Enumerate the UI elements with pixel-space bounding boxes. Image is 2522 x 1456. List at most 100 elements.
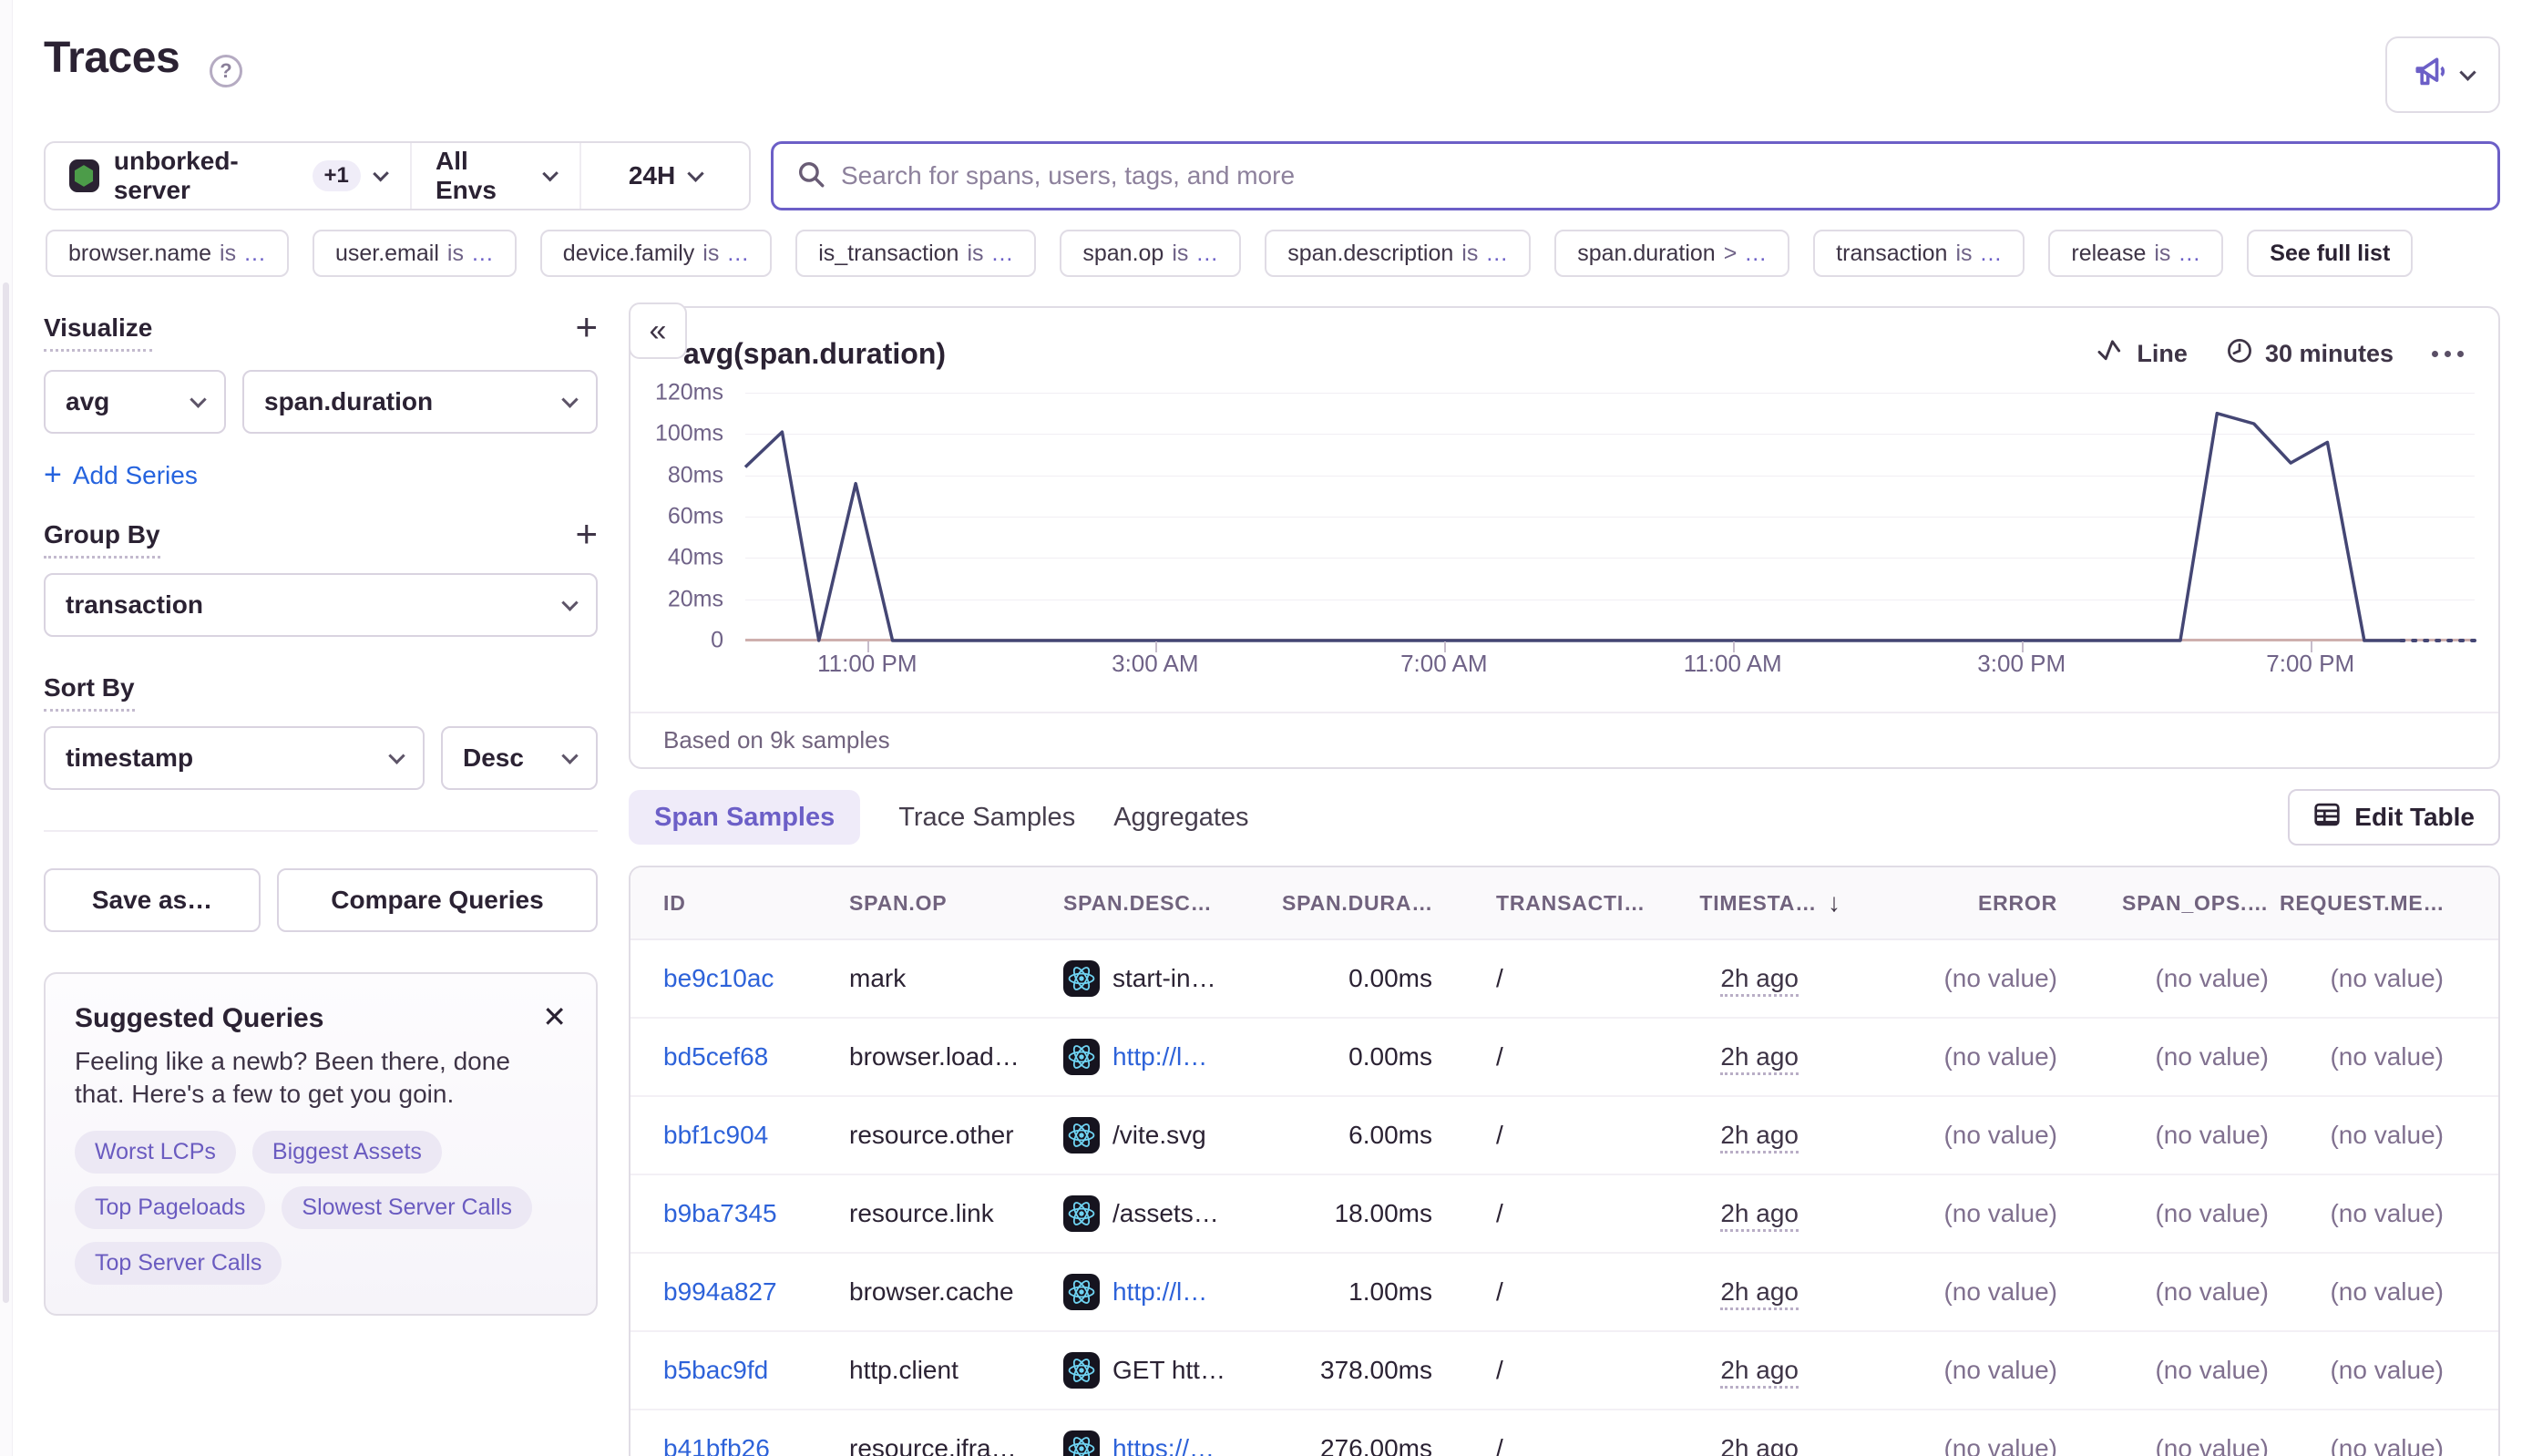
table-row: b9ba7345 resource.link /assets… 18.00ms … <box>630 1175 2498 1254</box>
filter-chip-is-transaction[interactable]: is_transactionis... <box>795 230 1036 277</box>
filter-chip-span-description[interactable]: span.descriptionis... <box>1265 230 1531 277</box>
tab-span-samples[interactable]: Span Samples <box>629 790 860 845</box>
chevron-down-icon <box>542 165 559 181</box>
filter-chip-device-family[interactable]: device.familyis... <box>540 230 772 277</box>
field-select[interactable]: span.duration <box>242 370 598 434</box>
save-as-button[interactable]: Save as… <box>44 868 261 932</box>
cell-id-link[interactable]: b994a827 <box>663 1277 849 1307</box>
column-header-timestamp[interactable]: TIMESTA… ↓ <box>1656 888 1861 918</box>
cell-span-op: browser.cache <box>849 1277 1063 1307</box>
cell-span-ops: (no value) <box>2070 1199 2280 1228</box>
suggested-query-top-pageloads[interactable]: Top Pageloads <box>75 1186 265 1229</box>
suggested-query-top-server-calls[interactable]: Top Server Calls <box>75 1242 282 1285</box>
column-header-transaction[interactable]: TRANSACTI… <box>1446 891 1656 916</box>
cell-timestamp[interactable]: 2h ago <box>1656 1199 1861 1228</box>
column-header-span-description[interactable]: SPAN.DESC… <box>1063 891 1282 916</box>
cell-id-link[interactable]: bbf1c904 <box>663 1121 849 1150</box>
table-header-row: ID SPAN.OP SPAN.DESC… SPAN.DURA… TRANSAC… <box>630 867 2498 940</box>
column-header-span-ops[interactable]: SPAN_OPS.… <box>2070 891 2280 916</box>
column-header-request-method[interactable]: REQUEST.ME… <box>2280 891 2466 916</box>
cell-error: (no value) <box>1861 964 2070 993</box>
tab-trace-samples[interactable]: Trace Samples <box>898 803 1075 833</box>
filter-chips-row: browser.nameis... user.emailis... device… <box>46 230 2500 277</box>
column-header-span-op[interactable]: SPAN.OP <box>849 891 1063 916</box>
cell-duration: 378.00ms <box>1282 1356 1446 1385</box>
environment-selector[interactable]: All Envs <box>410 143 579 209</box>
column-header-id[interactable]: ID <box>663 891 849 916</box>
chevron-down-icon <box>190 391 206 407</box>
cell-timestamp[interactable]: 2h ago <box>1656 1121 1861 1150</box>
close-icon[interactable]: ✕ <box>542 1003 567 1030</box>
add-visualize-button[interactable]: + <box>575 313 598 341</box>
chevron-down-icon <box>561 747 578 764</box>
search-icon <box>795 159 826 194</box>
chart-sample-note: Based on 9k samples <box>630 712 2498 767</box>
search-bar[interactable] <box>771 141 2500 210</box>
cell-timestamp[interactable]: 2h ago <box>1656 1356 1861 1385</box>
date-range-value: 24H <box>629 161 675 190</box>
cell-duration: 6.00ms <box>1282 1121 1446 1150</box>
edit-table-button[interactable]: Edit Table <box>2288 789 2500 846</box>
visualize-label: Visualize <box>44 313 152 352</box>
page-scrollbar[interactable] <box>0 0 13 1456</box>
suggested-query-biggest-assets[interactable]: Biggest Assets <box>252 1131 442 1174</box>
suggested-query-worst-lcps[interactable]: Worst LCPs <box>75 1131 236 1174</box>
filter-chip-transaction[interactable]: transactionis... <box>1813 230 2025 277</box>
cell-request-method: (no value) <box>2280 1277 2466 1307</box>
react-project-icon <box>1063 1274 1100 1310</box>
sort-field-select[interactable]: timestamp <box>44 726 425 790</box>
filter-chip-release[interactable]: releaseis... <box>2048 230 2223 277</box>
search-input[interactable] <box>841 161 2476 190</box>
cell-timestamp[interactable]: 2h ago <box>1656 1042 1861 1071</box>
date-range-selector[interactable]: 24H <box>579 143 749 209</box>
cell-timestamp[interactable]: 2h ago <box>1656 1277 1861 1307</box>
help-icon[interactable]: ? <box>210 55 242 87</box>
suggested-queries-body: Feeling like a newb? Been there, done th… <box>75 1045 567 1111</box>
chart-options-menu[interactable] <box>2432 351 2464 357</box>
project-extra-badge: +1 <box>313 160 361 191</box>
clock-icon <box>2226 337 2253 371</box>
suggested-query-slowest-server-calls[interactable]: Slowest Server Calls <box>282 1186 532 1229</box>
chart-x-axis: 11:00 PM 3:00 AM 7:00 AM 11:00 AM 3:00 P… <box>745 650 2475 682</box>
filter-chip-browser-name[interactable]: browser.nameis... <box>46 230 289 277</box>
collapse-sidebar-button[interactable]: « <box>629 302 687 359</box>
cell-request-method: (no value) <box>2280 1434 2466 1456</box>
sort-direction-select[interactable]: Desc <box>441 726 598 790</box>
column-header-span-duration[interactable]: SPAN.DURA… <box>1282 891 1446 916</box>
cell-timestamp[interactable]: 2h ago <box>1656 1434 1861 1456</box>
cell-request-method: (no value) <box>2280 964 2466 993</box>
aggregate-select[interactable]: avg <box>44 370 226 434</box>
cell-error: (no value) <box>1861 1121 2070 1150</box>
cell-id-link[interactable]: b9ba7345 <box>663 1199 849 1228</box>
sort-descending-icon: ↓ <box>1828 888 1840 918</box>
column-header-error[interactable]: ERROR <box>1861 891 2070 916</box>
environment-value: All Envs <box>436 147 530 205</box>
group-by-select[interactable]: transaction <box>44 573 598 637</box>
page-title: Traces <box>44 33 179 83</box>
scrollbar-thumb[interactable] <box>3 282 9 1303</box>
sidebar-divider <box>44 830 598 832</box>
cell-id-link[interactable]: b5bac9fd <box>663 1356 849 1385</box>
cell-span-description: /assets… <box>1063 1195 1282 1232</box>
chevron-down-icon <box>373 165 389 181</box>
add-group-by-button[interactable]: + <box>575 520 598 548</box>
filter-chip-span-op[interactable]: span.opis... <box>1060 230 1241 277</box>
cell-id-link[interactable]: b41bfb26 <box>663 1434 849 1456</box>
filter-chip-span-duration[interactable]: span.duration>... <box>1554 230 1789 277</box>
interval-selector[interactable]: 30 minutes <box>2226 337 2394 371</box>
megaphone-icon <box>2413 56 2449 94</box>
feedback-button[interactable] <box>2385 36 2500 113</box>
chart-x-ticks <box>745 393 2475 641</box>
cell-request-method: (no value) <box>2280 1121 2466 1150</box>
filter-chip-user-email[interactable]: user.emailis... <box>313 230 517 277</box>
cell-error: (no value) <box>1861 1434 2070 1456</box>
add-series-button[interactable]: + Add Series <box>44 457 598 493</box>
see-full-list-button[interactable]: See full list <box>2247 230 2413 277</box>
cell-id-link[interactable]: bd5cef68 <box>663 1042 849 1071</box>
compare-queries-button[interactable]: Compare Queries <box>277 868 598 932</box>
project-selector[interactable]: unborked-server +1 <box>46 143 410 209</box>
cell-id-link[interactable]: be9c10ac <box>663 964 849 993</box>
chart-type-toggle[interactable]: Line <box>2097 339 2188 369</box>
tab-aggregates[interactable]: Aggregates <box>1113 803 1248 833</box>
cell-timestamp[interactable]: 2h ago <box>1656 964 1861 993</box>
